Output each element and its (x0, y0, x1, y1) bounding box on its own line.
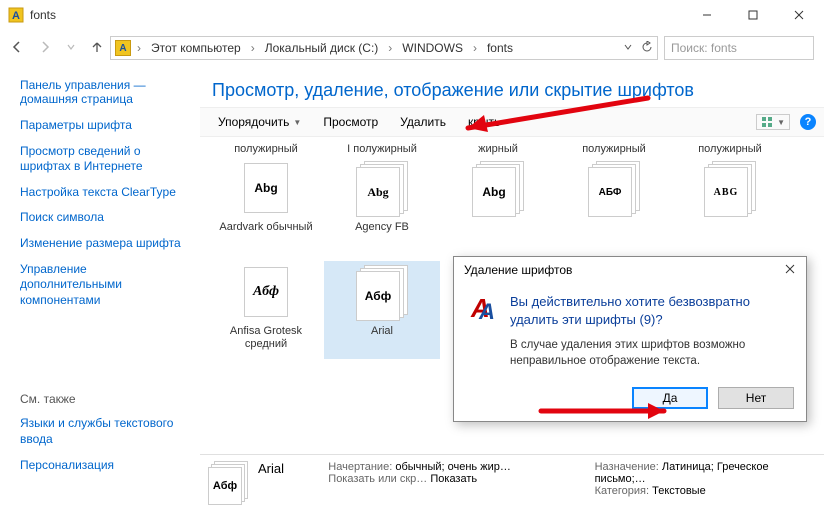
details-value: Показать (430, 473, 477, 485)
chevron-right-icon[interactable]: › (251, 41, 255, 55)
details-value: Текстовые (652, 485, 706, 497)
breadcrumb[interactable]: fonts (483, 39, 517, 57)
font-icon: A A (468, 293, 500, 325)
organize-menu[interactable]: Упорядочить▼ (208, 111, 311, 133)
sidebar-link-find-char[interactable]: Поиск символа (20, 210, 190, 226)
dialog-yes-button[interactable]: Да (632, 387, 708, 409)
command-bar: Упорядочить▼ Просмотр Удалить крыть ▼ ? (200, 107, 824, 137)
list-item-label: полужирный (556, 141, 672, 157)
fonts-folder-icon: A (8, 7, 24, 23)
font-item-label: Arial (371, 325, 393, 353)
dialog-titlebar: Удаление шрифтов (454, 257, 806, 283)
list-item-label: I полужирный (324, 141, 440, 157)
font-preview-icon: Абф (238, 265, 294, 321)
window-controls (684, 0, 822, 30)
dialog-close-button[interactable] (780, 263, 800, 277)
delete-button[interactable]: Удалить (390, 111, 456, 133)
back-button[interactable] (10, 40, 24, 57)
hide-button[interactable]: крыть (458, 111, 510, 133)
fonts-folder-icon: A (115, 40, 131, 56)
font-item-anfisa[interactable]: Абф Anfisa Grotesk средний (208, 261, 324, 359)
list-item-label: полужирный (672, 141, 788, 157)
see-also-text-services[interactable]: Языки и службы текстового ввода (20, 416, 190, 447)
dialog-no-button[interactable]: Нет (718, 387, 794, 409)
details-value: обычный; очень жир… (395, 461, 511, 473)
chevron-down-icon: ▼ (777, 118, 785, 127)
breadcrumb[interactable]: WINDOWS (398, 39, 467, 57)
window-titlebar: A fonts (0, 0, 824, 30)
font-item[interactable]: ABG (672, 157, 788, 255)
window-title: fonts (30, 8, 684, 22)
details-key: Начертание: (328, 461, 392, 473)
maximize-button[interactable] (730, 0, 776, 30)
font-preview-icon: Абф (354, 265, 410, 321)
font-item-label: Agency FB (355, 221, 409, 249)
search-input[interactable]: Поиск: fonts (664, 36, 814, 60)
chevron-right-icon[interactable]: › (473, 41, 477, 55)
font-item-label: Aardvark обычный (219, 221, 312, 249)
font-item-agencyfb[interactable]: Abg Agency FB (324, 157, 440, 255)
svg-text:A: A (478, 299, 495, 324)
sidebar-link-font-settings[interactable]: Параметры шрифта (20, 118, 190, 134)
details-key: Показать или скр… (328, 473, 427, 485)
font-item[interactable]: Abg (440, 157, 556, 255)
font-preview-icon: Abg (238, 161, 294, 217)
preview-button[interactable]: Просмотр (313, 111, 388, 133)
up-button[interactable] (90, 40, 104, 57)
breadcrumb[interactable]: Локальный диск (C:) (261, 39, 383, 57)
refresh-icon[interactable] (641, 41, 653, 56)
nav-arrows (10, 40, 104, 57)
details-key: Категория: (595, 485, 649, 497)
dialog-title: Удаление шрифтов (464, 263, 572, 277)
forward-button[interactable] (38, 40, 52, 57)
breadcrumb[interactable]: Этот компьютер (147, 39, 245, 57)
help-icon[interactable]: ? (800, 114, 816, 130)
sidebar-link-change-size[interactable]: Изменение размера шрифта (20, 236, 190, 252)
search-placeholder: Поиск: fonts (671, 41, 737, 55)
sidebar-link-font-details-online[interactable]: Просмотр сведений о шрифтах в Интернете (20, 144, 190, 175)
see-also-label: См. также (20, 392, 190, 406)
details-pane: Абф Arial Начертание: обычный; очень жир… (200, 454, 824, 507)
svg-text:A: A (12, 10, 20, 22)
control-panel-home-link[interactable]: Панель управления — домашняя страница (20, 78, 190, 106)
font-preview-icon: Abg (354, 161, 410, 217)
font-preview-icon: ABG (702, 161, 758, 217)
details-font-name: Arial (258, 461, 314, 476)
chevron-right-icon[interactable]: › (388, 41, 392, 55)
font-item-arial[interactable]: Абф Arial (324, 261, 440, 359)
chevron-down-icon[interactable] (623, 41, 633, 55)
list-item-label: жирный (440, 141, 556, 157)
minimize-button[interactable] (684, 0, 730, 30)
sidebar-link-optional-features[interactable]: Управление дополнительными компонентами (20, 262, 190, 309)
delete-fonts-dialog: Удаление шрифтов A A Вы действительно хо… (453, 256, 807, 422)
font-preview-icon: Абф (208, 461, 248, 501)
font-item[interactable]: АБФ (556, 157, 672, 255)
font-preview-icon: АБФ (586, 161, 642, 217)
see-also-personalization[interactable]: Персонализация (20, 458, 190, 474)
address-bar[interactable]: A › Этот компьютер › Локальный диск (C:)… (110, 36, 658, 60)
details-key: Назначение: (595, 461, 659, 473)
chevron-right-icon[interactable]: › (137, 41, 141, 55)
close-button[interactable] (776, 0, 822, 30)
control-panel-sidebar: Панель управления — домашняя страница Па… (0, 66, 200, 507)
sidebar-link-cleartype[interactable]: Настройка текста ClearType (20, 185, 190, 201)
view-selector[interactable]: ▼ (756, 114, 790, 130)
dialog-question: Вы действительно хотите безвозвратно уда… (510, 293, 792, 328)
font-item-aardvark[interactable]: Abg Aardvark обычный (208, 157, 324, 255)
recent-dropdown[interactable] (66, 41, 76, 55)
font-preview-icon: Abg (470, 161, 526, 217)
font-item-label: Anfisa Grotesk средний (208, 325, 324, 353)
dialog-info: В случае удаления этих шрифтов возможно … (510, 338, 792, 369)
chevron-down-icon: ▼ (293, 118, 301, 127)
navigation-bar: A › Этот компьютер › Локальный диск (C:)… (0, 30, 824, 66)
page-title: Просмотр, удаление, отображение или скры… (200, 66, 824, 107)
list-item-label: полужирный (208, 141, 324, 157)
